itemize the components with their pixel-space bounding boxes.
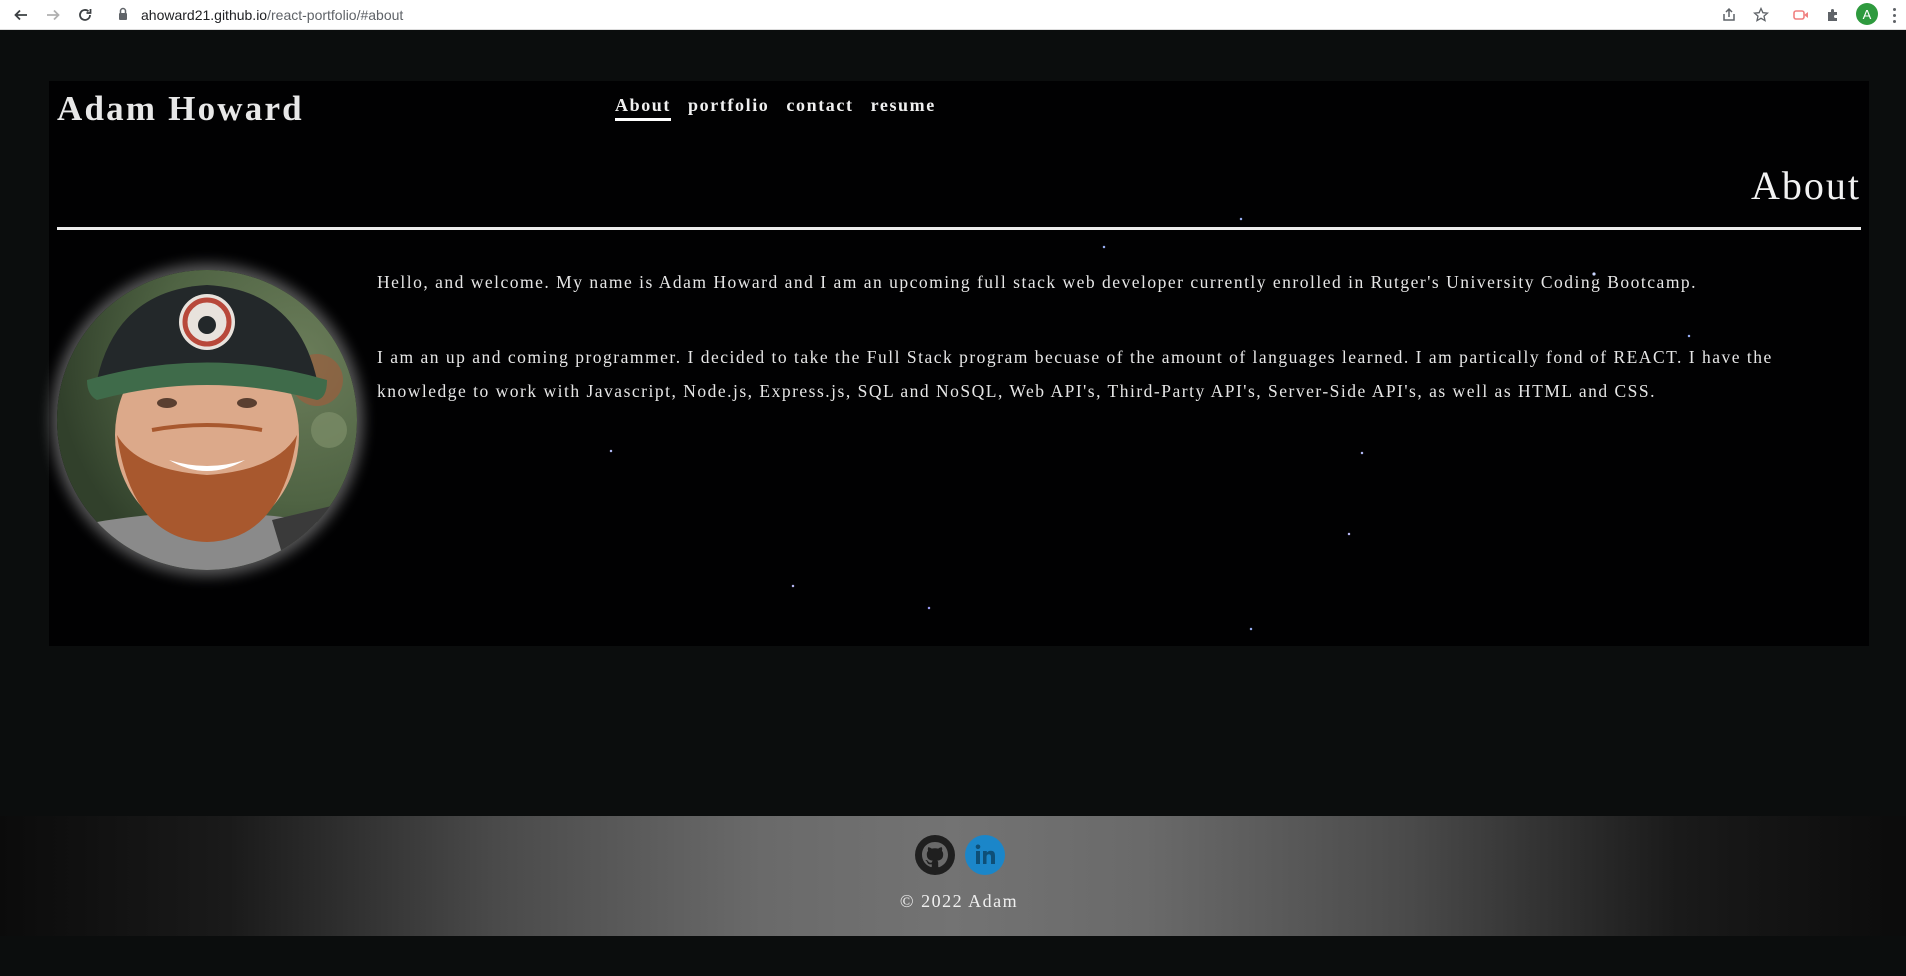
starfield-panel: Adam Howard About portfolio contact resu… xyxy=(49,81,1869,646)
reload-icon[interactable] xyxy=(74,4,96,26)
forward-arrow-icon[interactable] xyxy=(42,4,64,26)
extension-icon[interactable] xyxy=(1790,4,1812,26)
site-brand[interactable]: Adam Howard xyxy=(57,87,304,131)
page: Adam Howard About portfolio contact resu… xyxy=(0,30,1906,976)
title-divider xyxy=(57,227,1861,230)
back-arrow-icon[interactable] xyxy=(10,4,32,26)
main-nav: About portfolio contact resume xyxy=(615,93,936,121)
copyright-text: © 2022 Adam xyxy=(899,891,1019,911)
github-icon[interactable] xyxy=(914,834,956,876)
bio-paragraph-skills: I am an up and coming programmer. I deci… xyxy=(377,347,1773,401)
nav-link-about[interactable]: About xyxy=(615,93,672,121)
bookmark-star-icon[interactable] xyxy=(1750,4,1772,26)
nav-link-contact[interactable]: contact xyxy=(786,93,853,121)
address-bar[interactable]: ahoward21.github.io/react-portfolio/#abo… xyxy=(141,5,403,25)
browser-toolbar: ahoward21.github.io/react-portfolio/#abo… xyxy=(0,0,1906,30)
puzzle-icon[interactable] xyxy=(1822,4,1844,26)
linkedin-icon[interactable] xyxy=(964,834,1006,876)
url-domain: ahoward21.github.io xyxy=(141,7,268,23)
lock-icon[interactable] xyxy=(118,7,128,21)
about-bio: Hello, and welcome. My name is Adam Howa… xyxy=(377,265,1861,449)
share-icon[interactable] xyxy=(1718,4,1740,26)
section-title: About xyxy=(1751,163,1861,208)
more-menu-icon[interactable] xyxy=(1888,4,1900,26)
site-footer: © 2022 Adam xyxy=(0,816,1906,936)
profile-avatar[interactable]: A xyxy=(1856,3,1878,25)
social-links xyxy=(914,834,1006,876)
nav-link-resume[interactable]: resume xyxy=(871,93,936,121)
profile-photo xyxy=(57,270,357,570)
nav-link-portfolio[interactable]: portfolio xyxy=(688,93,769,121)
url-path: /react-portfolio/#about xyxy=(267,7,404,23)
bio-paragraph-intro: Hello, and welcome. My name is Adam Howa… xyxy=(377,272,1698,292)
